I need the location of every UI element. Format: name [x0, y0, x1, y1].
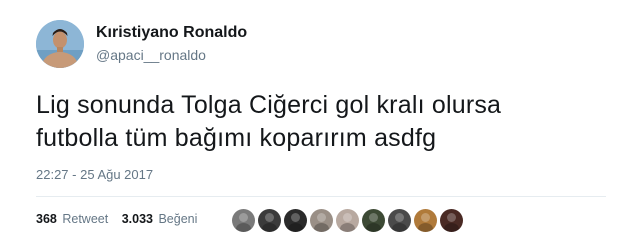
liker-avatars: [232, 209, 466, 233]
tweet-stats: 368 Retweet 3.033 Beğeni: [36, 212, 207, 226]
liker-avatar[interactable]: [336, 209, 359, 232]
user-avatar[interactable]: [36, 20, 84, 68]
liker-avatar[interactable]: [310, 209, 333, 232]
liker-avatar[interactable]: [284, 209, 307, 232]
user-display-name[interactable]: Kıristiyano Ronaldo: [96, 24, 247, 42]
retweet-stat[interactable]: 368 Retweet: [36, 212, 108, 226]
retweet-count: 368: [36, 212, 57, 226]
liker-avatar[interactable]: [414, 209, 437, 232]
tweet-text-line: Lig sonunda Tolga Ciğerci gol kralı olur…: [36, 91, 502, 119]
liker-avatar[interactable]: [440, 209, 463, 232]
user-handle[interactable]: @apaci__ronaldo: [96, 47, 206, 63]
liker-avatar[interactable]: [388, 209, 411, 232]
liker-avatar[interactable]: [258, 209, 281, 232]
tweet-timestamp[interactable]: 22:27 - 25 Ağu 2017: [36, 167, 153, 182]
like-count: 3.033: [121, 212, 153, 226]
liker-avatar[interactable]: [362, 209, 385, 232]
liker-avatar[interactable]: [232, 209, 255, 232]
tweet-card: Kıristiyano Ronaldo @apaci__ronaldo Lig …: [0, 0, 640, 243]
like-stat[interactable]: 3.033 Beğeni: [122, 212, 198, 226]
tweet-text-line: futbolla tüm bağımı koparırım asdfg: [36, 124, 437, 152]
retweet-label: Retweet: [62, 212, 109, 226]
divider: [36, 196, 606, 197]
like-label: Beğeni: [158, 212, 198, 226]
tweet-text: Lig sonunda Tolga Ciğerci gol kralı olur…: [36, 89, 616, 155]
profile-photo-icon: [36, 20, 84, 68]
